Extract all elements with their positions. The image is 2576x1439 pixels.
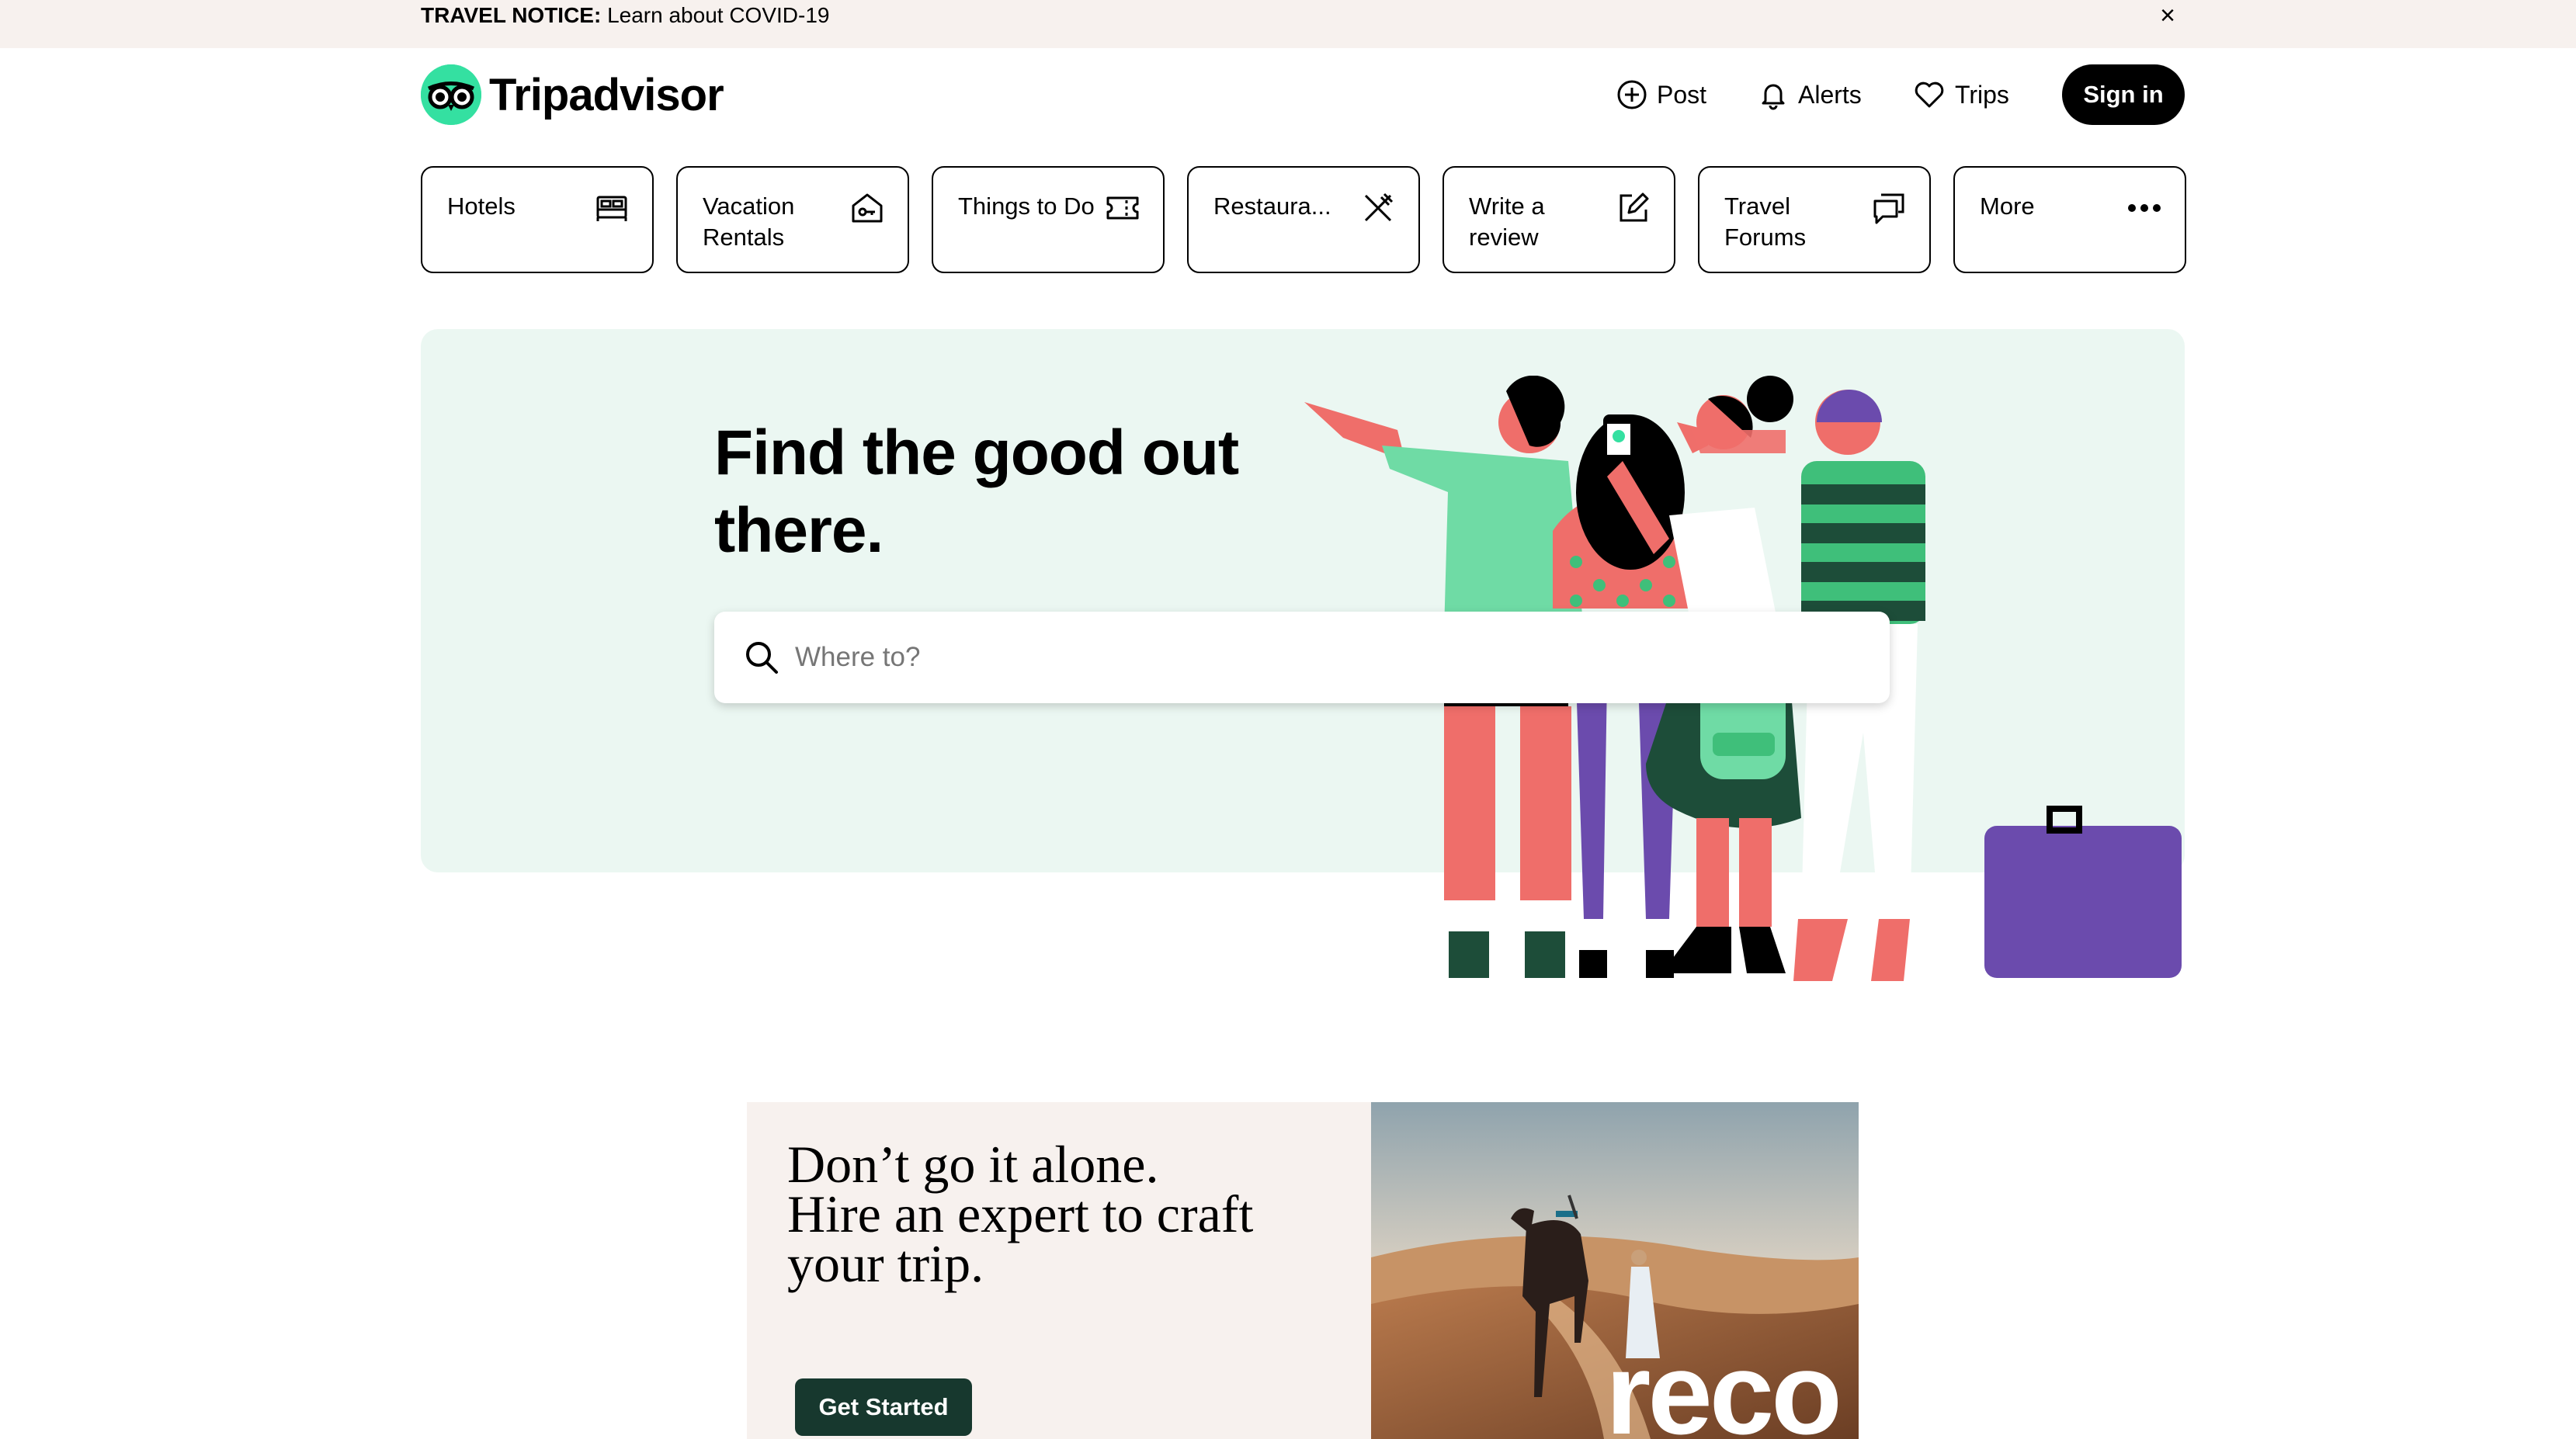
notice-label: TRAVEL NOTICE:	[421, 3, 602, 27]
post-button[interactable]: Post	[1616, 65, 1706, 124]
house-key-icon	[850, 191, 884, 225]
close-icon[interactable]: ×	[2154, 0, 2182, 31]
trips-button[interactable]: Trips	[1913, 65, 2009, 124]
tile-label: More	[1980, 192, 2035, 220]
sign-in-button[interactable]: Sign in	[2062, 64, 2185, 125]
owl-logo-icon	[421, 64, 481, 125]
heart-icon	[1913, 79, 1946, 110]
utensils-icon	[1361, 191, 1395, 225]
search-input[interactable]	[795, 642, 1804, 673]
tile-restaurants[interactable]: Restaura...	[1187, 166, 1420, 273]
tile-label: Hotels	[447, 192, 516, 220]
alerts-button[interactable]: Alerts	[1758, 65, 1862, 124]
desert-camel-photo: reco	[1371, 1102, 1859, 1439]
alerts-label: Alerts	[1798, 80, 1862, 109]
tile-label: Vacation Rentals	[703, 192, 795, 251]
tile-things-to-do[interactable]: Things to Do	[932, 166, 1165, 273]
ad-headline-line: your trip.	[787, 1234, 984, 1293]
bed-icon	[595, 191, 629, 225]
travel-notice-bar: TRAVEL NOTICE: Learn about COVID-19 ×	[0, 0, 2576, 48]
bell-icon	[1758, 79, 1789, 110]
search-bar[interactable]	[714, 612, 1890, 703]
more-dots-icon	[2127, 191, 2161, 225]
search-icon	[746, 642, 778, 674]
ad-banner[interactable]: Don’t go it alone. Hire an expert to cra…	[747, 1102, 1859, 1439]
chat-bubbles-icon	[1872, 191, 1906, 225]
tile-label: Things to Do	[958, 192, 1095, 220]
hero-title: Find the good out there.	[714, 418, 1239, 566]
tile-more[interactable]: More	[1953, 166, 2186, 273]
tile-label: Travel Forums	[1724, 192, 1807, 251]
logo-wordmark: Tripadvisor	[489, 69, 724, 120]
travel-notice-text[interactable]: TRAVEL NOTICE: Learn about COVID-19	[421, 2, 829, 29]
tile-write-review[interactable]: Write a review	[1442, 166, 1675, 273]
covid-notice-link[interactable]: Learn about COVID-19	[607, 3, 829, 27]
trips-label: Trips	[1955, 80, 2009, 109]
post-label: Post	[1657, 80, 1707, 109]
plus-circle-icon	[1616, 79, 1647, 110]
ad-headline-line: Hire an expert to craft	[787, 1184, 1254, 1243]
tripadvisor-logo[interactable]: Tripadvisor	[421, 64, 724, 126]
ad-headline-line: Don’t go it alone.	[787, 1135, 1159, 1194]
tile-label: Write a review	[1469, 192, 1545, 251]
ad-brand-wordmark: reco	[1606, 1328, 1842, 1439]
ad-headline: Don’t go it alone. Hire an expert to cra…	[787, 1135, 1346, 1293]
tile-vacation-rentals[interactable]: Vacation Rentals	[676, 166, 909, 273]
tile-travel-forums[interactable]: Travel Forums	[1698, 166, 1931, 273]
ticket-icon	[1106, 191, 1140, 225]
get-started-button[interactable]: Get Started	[795, 1378, 972, 1436]
edit-icon	[1616, 191, 1651, 225]
tile-hotels[interactable]: Hotels	[421, 166, 654, 273]
tile-label: Restaura...	[1213, 192, 1331, 220]
